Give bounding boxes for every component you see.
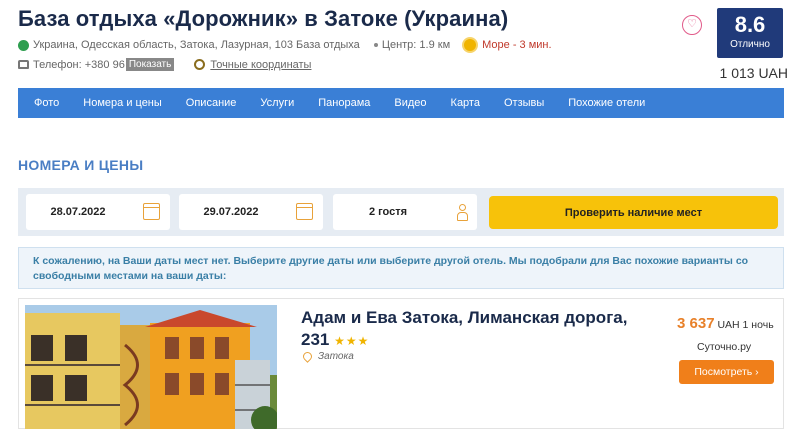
person-icon: [456, 204, 468, 221]
globe-icon: [18, 39, 29, 51]
hotel-contact-line: Телефон: +380 96 Показать Точные координ…: [18, 58, 311, 71]
calendar-icon: [143, 203, 160, 220]
clock-icon: [194, 59, 206, 70]
nav-description[interactable]: Описание: [174, 97, 249, 109]
checkin-date-value: 28.07.2022: [50, 206, 106, 218]
nav-map[interactable]: Карта: [439, 97, 492, 109]
check-availability-button[interactable]: Проверить наличие мест: [489, 196, 778, 229]
nav-similar-hotels[interactable]: Похожие отели: [556, 97, 657, 109]
star-rating-icon: ★★★: [334, 334, 370, 348]
availability-search-panel: 28.07.2022 29.07.2022 2 гостя Проверить …: [18, 188, 784, 236]
bullet-icon: [373, 43, 378, 47]
guests-value: 2 гостя: [368, 206, 408, 218]
similar-hotel-name[interactable]: Адам и Ева Затока, Лиманская дорога, 231…: [301, 307, 651, 352]
nav-panorama[interactable]: Панорама: [306, 97, 382, 109]
coordinates-link[interactable]: Точные координаты: [210, 59, 311, 71]
checkout-date-field[interactable]: 29.07.2022: [179, 194, 323, 230]
guests-field[interactable]: 2 гостя: [333, 194, 477, 230]
center-distance: Центр: 1.9 км: [381, 39, 451, 51]
similar-hotel-price: 3 637 UAH 1 ночь: [677, 315, 774, 332]
checkout-date-value: 29.07.2022: [203, 206, 259, 218]
price-amount: 3 637: [677, 315, 715, 332]
hotel-info-line: Украина, Одесская область, Затока, Лазур…: [18, 39, 552, 51]
hotel-photo[interactable]: [25, 305, 277, 429]
nav-services[interactable]: Услуги: [248, 97, 306, 109]
nav-photo[interactable]: Фото: [22, 97, 71, 109]
sea-distance: Море - 3 мин.: [482, 39, 552, 51]
location-text: Затока: [318, 351, 354, 362]
section-nav: Фото Номера и цены Описание Услуги Панор…: [18, 88, 784, 118]
rating-value: 8.6: [734, 12, 766, 37]
similar-hotel-location: Затока: [301, 350, 354, 363]
price-provider: Суточно.ру: [697, 341, 752, 353]
phone-icon: [18, 60, 29, 69]
nav-rooms-prices[interactable]: Номера и цены: [71, 97, 174, 109]
nav-video[interactable]: Видео: [382, 97, 438, 109]
sun-icon: [464, 39, 477, 51]
phone-number: Телефон: +380 96: [33, 58, 125, 71]
rooms-section-title: НОМЕРА И ЦЕНЫ: [18, 157, 144, 173]
view-hotel-button[interactable]: Посмотреть ›: [679, 360, 774, 384]
price-unit: UAH 1 ночь: [717, 319, 774, 331]
show-phone-button[interactable]: Показать: [125, 58, 175, 71]
rating-label: Отлично: [730, 39, 770, 50]
hotel-price: 1 013 UAH: [719, 65, 788, 81]
hotel-address: Украина, Одесская область, Затока, Лазур…: [33, 39, 360, 51]
rating-badge: 8.6 Отлично: [717, 8, 783, 58]
nav-reviews[interactable]: Отзывы: [492, 97, 556, 109]
heart-icon[interactable]: ♡: [682, 15, 702, 35]
similar-hotel-card[interactable]: Адам и Ева Затока, Лиманская дорога, 231…: [18, 298, 784, 429]
pin-icon: [301, 350, 314, 363]
checkin-date-field[interactable]: 28.07.2022: [26, 194, 170, 230]
no-availability-notice: К сожалению, на Ваши даты мест нет. Выбе…: [18, 247, 784, 289]
hotel-title: База отдыха «Дорожник» в Затоке (Украина…: [18, 6, 509, 31]
calendar-icon: [296, 203, 313, 220]
